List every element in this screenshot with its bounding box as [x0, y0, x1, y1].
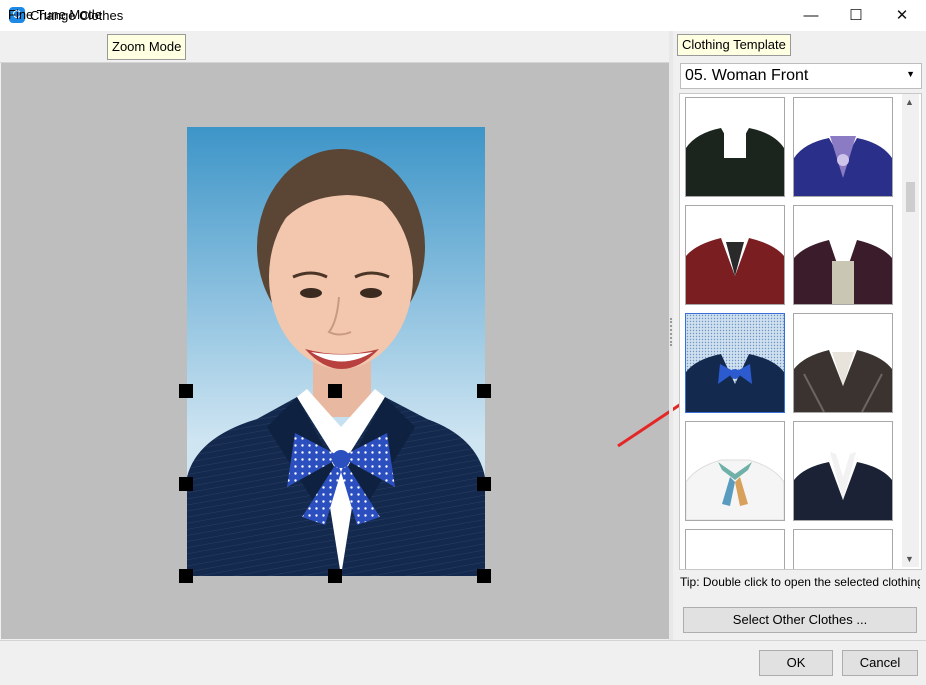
close-button[interactable]: ✕	[879, 0, 925, 31]
template-thumbnail[interactable]	[685, 205, 785, 305]
template-thumbnail[interactable]	[685, 421, 785, 521]
template-thumbnail[interactable]	[793, 529, 893, 569]
photo-canvas[interactable]	[1, 63, 669, 639]
maximize-button[interactable]: ☐	[833, 0, 879, 31]
resize-handle-top-left[interactable]	[179, 384, 193, 398]
template-thumbnail[interactable]	[793, 313, 893, 413]
resize-handle-bottom-left[interactable]	[179, 569, 193, 583]
template-thumbnail[interactable]	[793, 97, 893, 197]
select-other-clothes-button[interactable]: Select Other Clothes ...	[683, 607, 917, 633]
resize-handle-middle-left[interactable]	[179, 477, 193, 491]
resize-handle-bottom-right[interactable]	[477, 569, 491, 583]
template-thumbnail-selected[interactable]	[685, 313, 785, 413]
ok-button[interactable]: OK	[759, 650, 833, 676]
template-thumbnail[interactable]	[793, 421, 893, 521]
template-thumbnail[interactable]	[793, 205, 893, 305]
resize-handle-top-right[interactable]	[477, 384, 491, 398]
resize-handle-bottom-center[interactable]	[328, 569, 342, 583]
tip-text: Tip: Double click to open the selected c…	[680, 575, 920, 589]
gallery-scrollbar[interactable]: ▲ ▼	[902, 94, 919, 567]
zoom-mode-button[interactable]: Zoom Mode	[107, 34, 187, 60]
resize-handle-top-center[interactable]	[328, 384, 342, 398]
caret-down-icon: ▼	[906, 69, 915, 79]
fine-tune-mode-button[interactable]: Fine Tune Mode	[4, 3, 106, 27]
category-select[interactable]: 05. Woman Front ▼	[680, 63, 922, 89]
cancel-button[interactable]: Cancel	[842, 650, 918, 676]
scroll-up-icon[interactable]: ▲	[905, 97, 914, 107]
resize-handle-middle-right[interactable]	[477, 477, 491, 491]
splitter-grip[interactable]	[670, 318, 674, 346]
mode-toolbar	[0, 31, 669, 63]
template-thumbnail[interactable]	[685, 97, 785, 197]
scroll-down-icon[interactable]: ▼	[905, 554, 914, 564]
category-select-value: 05. Woman Front	[685, 67, 809, 84]
tab-clothing-template[interactable]: Clothing Template	[677, 34, 791, 56]
template-gallery[interactable]	[679, 93, 922, 570]
scrollbar-thumb[interactable]	[906, 182, 915, 212]
minimize-button[interactable]: —	[788, 0, 834, 31]
template-thumbnail[interactable]	[685, 529, 785, 569]
portrait-photo	[187, 127, 485, 576]
